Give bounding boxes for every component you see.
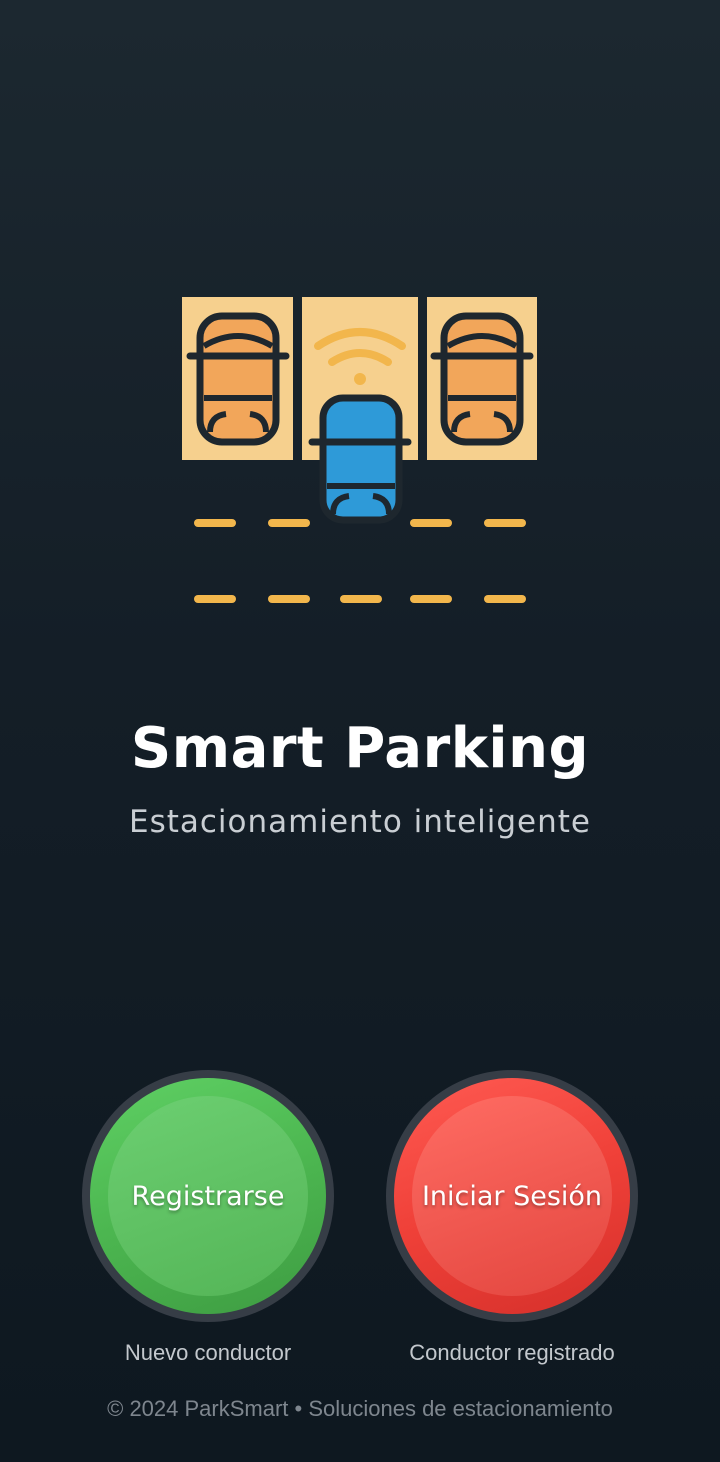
parking-illustration [182, 297, 537, 603]
road-markings [194, 519, 526, 603]
footer-copyright: © 2024 ParkSmart • Soluciones de estacio… [107, 1396, 613, 1421]
smart-car-icon [308, 394, 412, 524]
register-caption: Nuevo conductor [124, 1340, 292, 1365]
register-button-disc[interactable]: Registrarse [90, 1078, 326, 1314]
login-button[interactable]: Iniciar Sesión [386, 1070, 638, 1322]
login-caption: Conductor registrado [409, 1340, 615, 1365]
login-button-label: Iniciar Sesión [421, 1180, 603, 1212]
app-title: Smart Parking [130, 716, 590, 781]
parked-car-left-icon [186, 312, 290, 446]
register-button[interactable]: Registrarse [82, 1070, 334, 1322]
register-button-label: Registrarse [131, 1180, 285, 1212]
parked-car-right-icon [430, 312, 534, 446]
app-subtitle: Estacionamiento inteligente [129, 804, 591, 840]
login-button-disc[interactable]: Iniciar Sesión [394, 1078, 630, 1314]
